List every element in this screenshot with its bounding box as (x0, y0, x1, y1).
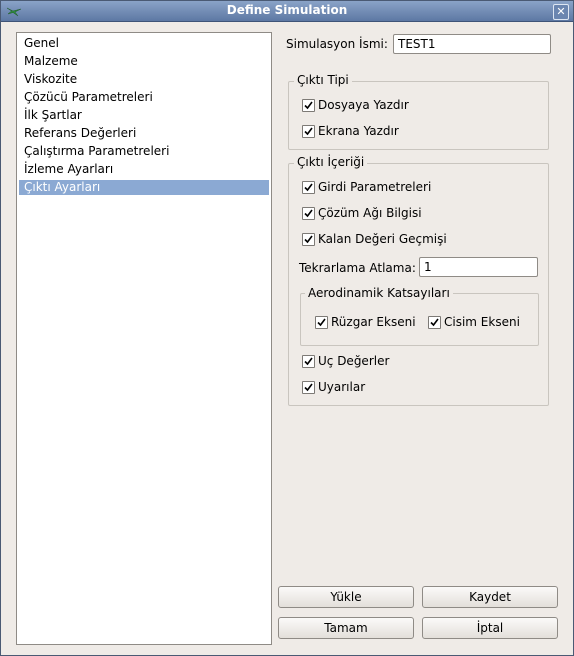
iteration-skip-label: Tekrarlama Atlama: (299, 261, 416, 275)
sidebar-item-malzeme[interactable]: Malzeme (19, 54, 269, 69)
sidebar-item-run-params[interactable]: Çalıştırma Parametreleri (19, 144, 269, 159)
sidebar-item-viskozite[interactable]: Viskozite (19, 72, 269, 87)
title-bar[interactable]: Define Simulation ✕ (1, 1, 573, 22)
cancel-button[interactable]: İptal (422, 617, 558, 639)
body-axis-label: Cisim Ekseni (444, 315, 520, 329)
save-button[interactable]: Kaydet (422, 586, 558, 608)
output-type-title: Çıktı Tipi (294, 73, 352, 87)
checkbox-check-icon (302, 181, 315, 194)
input-params-label: Girdi Parametreleri (318, 180, 432, 194)
sidebar-item-monitor-settings[interactable]: İzleme Ayarları (19, 162, 269, 177)
window-title: Define Simulation (226, 3, 348, 17)
residual-history-label: Kalan Değeri Geçmişi (318, 232, 447, 246)
sidebar-item-output-settings[interactable]: Çıktı Ayarları (19, 180, 269, 195)
ok-button[interactable]: Tamam (278, 617, 414, 639)
mesh-info-label: Çözüm Ağı Bilgisi (318, 206, 422, 220)
checkbox-check-icon (302, 355, 315, 368)
write-screen-label: Ekrana Yazdır (318, 124, 399, 138)
extreme-values-label: Uç Değerler (318, 354, 390, 368)
load-button[interactable]: Yükle (278, 586, 414, 608)
sidebar-item-solver-params[interactable]: Çözücü Parametreleri (19, 90, 269, 105)
output-content-title: Çıktı İçeriği (294, 155, 368, 169)
settings-category-list[interactable]: Genel Malzeme Viskozite Çözücü Parametre… (16, 32, 272, 645)
checkbox-check-icon (302, 125, 315, 138)
checkbox-check-icon (315, 316, 328, 329)
checkbox-check-icon (428, 316, 441, 329)
checkbox-check-icon (302, 207, 315, 220)
sidebar-item-genel[interactable]: Genel (19, 36, 269, 51)
wind-axis-label: Rüzgar Ekseni (331, 315, 416, 329)
output-content-group (288, 163, 549, 406)
warnings-label: Uyarılar (318, 380, 366, 394)
write-file-label: Dosyaya Yazdır (318, 98, 409, 112)
iteration-skip-input[interactable]: 1 (419, 257, 538, 277)
checkbox-check-icon (302, 233, 315, 246)
sidebar-item-initial-conditions[interactable]: İlk Şartlar (19, 108, 269, 123)
aero-coefficients-title: Aerodinamik Katsayıları (305, 286, 453, 300)
sim-name-input[interactable]: TEST1 (393, 34, 551, 54)
dialog-window: Define Simulation ✕ Genel Malzeme Viskoz… (0, 0, 574, 656)
checkbox-check-icon (302, 99, 315, 112)
output-type-group (288, 81, 549, 150)
sim-name-label: Simulasyon İsmi: (286, 37, 388, 51)
close-icon[interactable]: ✕ (553, 4, 569, 20)
checkbox-check-icon (302, 381, 315, 394)
sidebar-item-reference-values[interactable]: Referans Değerleri (19, 126, 269, 141)
